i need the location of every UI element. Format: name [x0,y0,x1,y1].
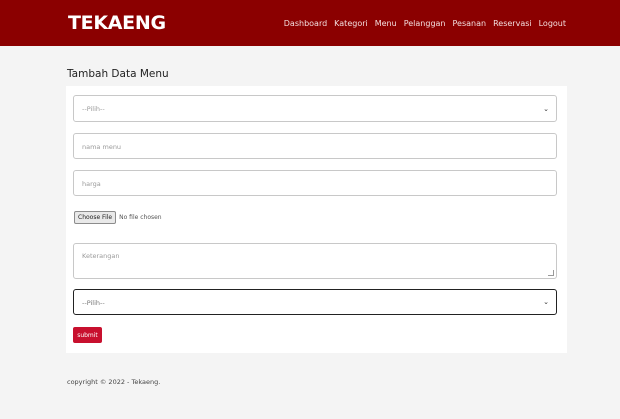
nav-links: Dashboard Kategori Menu Pelanggan Pesana… [284,19,566,28]
status-select[interactable]: --Pilih-- ⌄ [73,289,557,315]
footer-copyright: copyright © 2022 - Tekaeng. [67,378,161,386]
harga-input[interactable]: harga [73,170,557,196]
keterangan-placeholder: Keterangan [82,252,120,260]
status-select-value: --Pilih-- [82,299,105,307]
file-upload: Choose File No file chosen [74,211,162,224]
brand-logo[interactable]: TEKAENG [68,12,166,34]
nav-logout[interactable]: Logout [539,19,566,28]
nav-pesanan[interactable]: Pesanan [453,19,487,28]
nav-reservasi[interactable]: Reservasi [493,19,532,28]
nama-menu-input[interactable]: nama menu [73,133,557,159]
kategori-select-value: --Pilih-- [82,105,105,113]
harga-placeholder: harga [82,180,101,188]
nama-menu-placeholder: nama menu [82,143,122,151]
nav-kategori[interactable]: Kategori [334,19,368,28]
nav-pelanggan[interactable]: Pelanggan [404,19,446,28]
file-status-text: No file chosen [119,214,162,221]
submit-button[interactable]: submit [73,327,102,343]
top-navbar: TEKAENG Dashboard Kategori Menu Pelangga… [0,0,620,46]
kategori-select[interactable]: --Pilih-- ⌄ [73,95,557,122]
keterangan-textarea[interactable]: Keterangan [73,243,557,279]
nav-menu[interactable]: Menu [375,19,397,28]
menu-form-card: --Pilih-- ⌄ nama menu harga Choose File … [66,86,567,353]
page-title: Tambah Data Menu [67,68,169,80]
chevron-down-icon: ⌄ [543,104,549,113]
chevron-down-icon: ⌄ [543,298,549,306]
resize-grip-icon[interactable] [548,270,554,276]
nav-dashboard[interactable]: Dashboard [284,19,327,28]
choose-file-button[interactable]: Choose File [74,211,117,224]
